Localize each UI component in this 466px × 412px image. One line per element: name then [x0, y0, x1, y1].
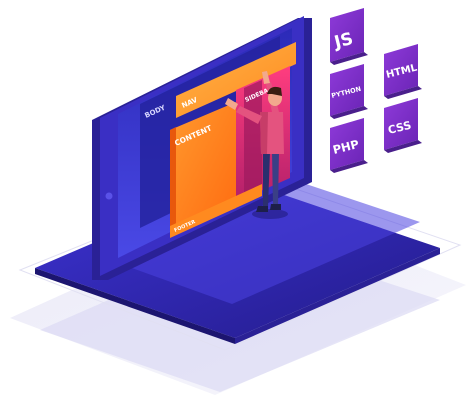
badge-php: PHP	[330, 118, 368, 173]
badge-python: PYTHON	[330, 64, 368, 119]
badge-html: HTML	[384, 44, 422, 99]
illustration-canvas: BODY NAV SIDEBAR CONTENT FOOTER JS HTML …	[10, 8, 466, 395]
badge-css: CSS	[384, 98, 422, 153]
device-home-button	[105, 192, 113, 200]
badge-js: JS	[330, 8, 368, 65]
isometric-web-layout-illustration: BODY NAV SIDEBAR CONTENT FOOTER JS HTML …	[0, 0, 466, 412]
